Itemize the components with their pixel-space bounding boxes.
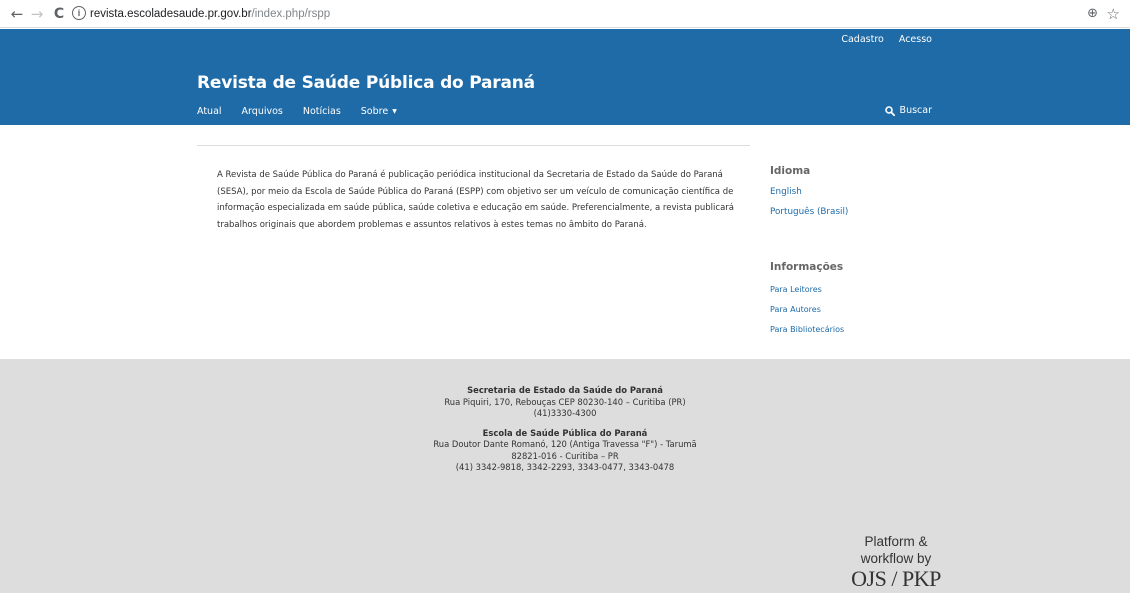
footer-org1-name: Secretaria de Estado da Saúde do Paraná — [467, 385, 663, 395]
journal-description: A Revista de Saúde Pública do Paraná é p… — [217, 170, 734, 230]
pkp-brand-link[interactable]: Platform & workflow by OJS / PKP — [846, 533, 946, 591]
footer-org1-phone: (41)3330-4300 — [533, 408, 597, 418]
language-portuguese-link[interactable]: Português (Brasil) — [770, 207, 848, 217]
footer-org1-address: Rua Piquiri, 170, Rebouças CEP 80230-140… — [444, 396, 686, 407]
site-header: Cadastro Acesso Revista de Saúde Pública… — [0, 29, 1130, 125]
footer-org2-phone: (41) 3342-9818, 3342-2293, 3343-0477, 33… — [455, 462, 675, 472]
platform-line-2: workflow by — [860, 551, 932, 566]
caret-down-icon: ▼ — [392, 108, 397, 115]
info-icon[interactable]: i — [72, 5, 86, 20]
register-link[interactable]: Cadastro — [841, 34, 884, 45]
bookmark-star-icon[interactable]: ☆ — [1107, 4, 1120, 24]
for-librarians-link[interactable]: Para Bibliotecários — [770, 325, 844, 334]
nav-about[interactable]: Sobre ▼ — [361, 106, 397, 117]
user-nav: Cadastro Acesso — [829, 34, 932, 45]
nav-archives[interactable]: Arquivos — [242, 106, 283, 117]
zoom-icon[interactable]: ⊕ — [1087, 4, 1098, 24]
language-english-link[interactable]: English — [770, 187, 802, 197]
footer-org2-city: 82821-016 - Curitiba – PR — [511, 450, 619, 461]
login-link[interactable]: Acesso — [899, 34, 932, 45]
search-link[interactable]: Buscar — [884, 105, 932, 116]
ojs-pkp-logo: OJS / PKP — [851, 566, 941, 591]
footer-contact: Secretaria de Estado da Saúde do Paraná … — [0, 385, 1130, 474]
for-readers-link[interactable]: Para Leitores — [770, 285, 822, 294]
for-authors-link[interactable]: Para Autores — [770, 305, 821, 314]
nav-current[interactable]: Atual — [197, 106, 222, 117]
forward-arrow-icon[interactable]: → — [28, 4, 46, 24]
browser-toolbar: ← → C i revista.escoladesaude.pr.gov.br/i… — [0, 0, 1130, 28]
url-path: /index.php/rspp — [251, 8, 331, 20]
site-title[interactable]: Revista de Saúde Pública do Paraná — [197, 73, 535, 93]
language-block-title: Idioma — [770, 165, 811, 177]
reload-icon[interactable]: C — [50, 4, 68, 24]
footer-org2-address: Rua Doutor Dante Romanó, 120 (Antiga Tra… — [433, 439, 697, 449]
content-divider — [197, 145, 750, 146]
site-footer: Secretaria de Estado da Saúde do Paraná … — [0, 359, 1130, 593]
nav-about-label: Sobre — [360, 106, 389, 117]
nav-news[interactable]: Notícias — [303, 106, 341, 117]
footer-org2-name: Escola de Saúde Pública do Paraná — [482, 427, 648, 438]
search-icon — [884, 105, 895, 116]
search-label: Buscar — [899, 105, 932, 116]
back-arrow-icon[interactable]: ← — [8, 4, 26, 24]
primary-nav: Atual Arquivos Notícias Sobre ▼ — [197, 106, 417, 117]
platform-line-1: Platform & — [864, 534, 928, 549]
url-host: revista.escoladesaude.pr.gov.br — [90, 8, 252, 20]
info-block-title: Informações — [770, 261, 844, 273]
address-bar[interactable]: i revista.escoladesaude.pr.gov.br/index.p… — [72, 4, 1072, 24]
